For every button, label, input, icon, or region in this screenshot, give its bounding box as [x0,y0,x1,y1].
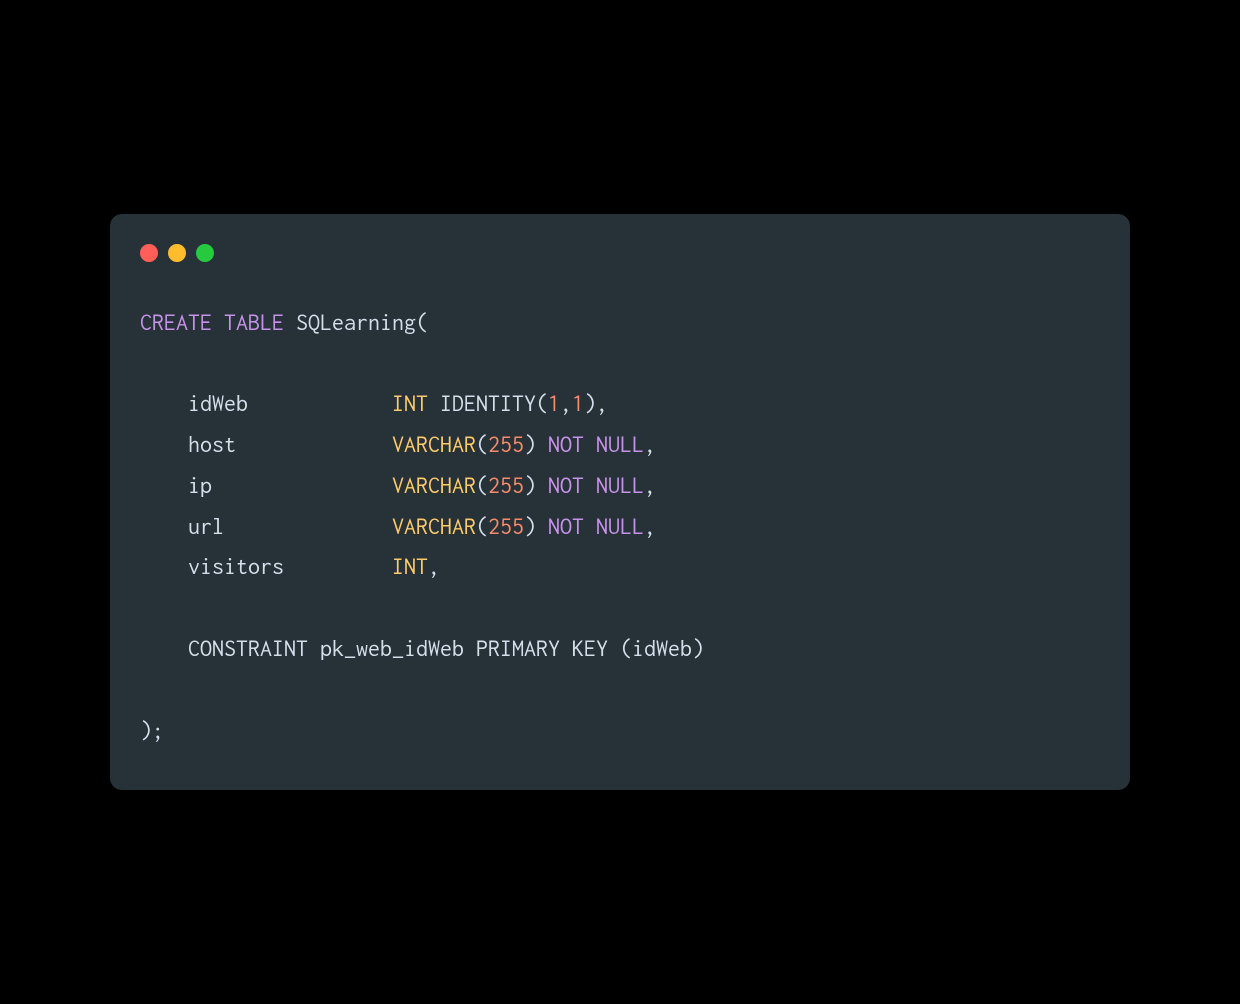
identity-text: IDENTITY( [428,390,548,416]
keyword-create: CREATE [140,309,212,335]
null-1: NULL [596,431,644,457]
close-2: ) [524,472,548,498]
code-window: CREATE TABLE SQLearning( idWeb INT IDENT… [110,214,1130,791]
code-block: CREATE TABLE SQLearning( idWeb INT IDENT… [140,302,1100,751]
pad-2 [212,472,392,498]
num-3: 255 [488,513,524,539]
pad-0 [248,390,392,416]
closing: ); [140,717,164,743]
close-1: ) [524,431,548,457]
keyword-table: TABLE [224,309,284,335]
col-name-3: url [188,513,224,539]
end-3: , [644,513,656,539]
num-1a: 1 [548,390,560,416]
table-name: SQLearning( [296,309,428,335]
col-type-0: INT [392,390,428,416]
close-3: ) [524,513,548,539]
col-type-3: VARCHAR [392,513,476,539]
constraint-line: CONSTRAINT pk_web_idWeb PRIMARY KEY (idW… [140,635,704,661]
open-1: ( [476,431,488,457]
pad-4 [284,553,392,579]
num-1b: 1 [572,390,584,416]
col-type-2: VARCHAR [392,472,476,498]
pad-1 [236,431,392,457]
end-2: , [644,472,656,498]
not-3: NOT [548,513,584,539]
end-4: , [428,553,440,579]
col-name-4: visitors [188,553,284,579]
end-1: , [644,431,656,457]
col-name-0: idWeb [188,390,248,416]
col-name-1: host [188,431,236,457]
close-0: ), [584,390,608,416]
not-1: NOT [548,431,584,457]
num-2: 255 [488,472,524,498]
pad-3 [224,513,392,539]
close-dot-icon [140,244,158,262]
comma-0: , [560,390,572,416]
minimize-dot-icon [168,244,186,262]
maximize-dot-icon [196,244,214,262]
open-3: ( [476,513,488,539]
traffic-lights [140,244,1100,262]
col-type-1: VARCHAR [392,431,476,457]
col-type-4: INT [392,553,428,579]
null-2: NULL [596,472,644,498]
open-2: ( [476,472,488,498]
col-name-2: ip [188,472,212,498]
num-1: 255 [488,431,524,457]
null-3: NULL [596,513,644,539]
not-2: NOT [548,472,584,498]
